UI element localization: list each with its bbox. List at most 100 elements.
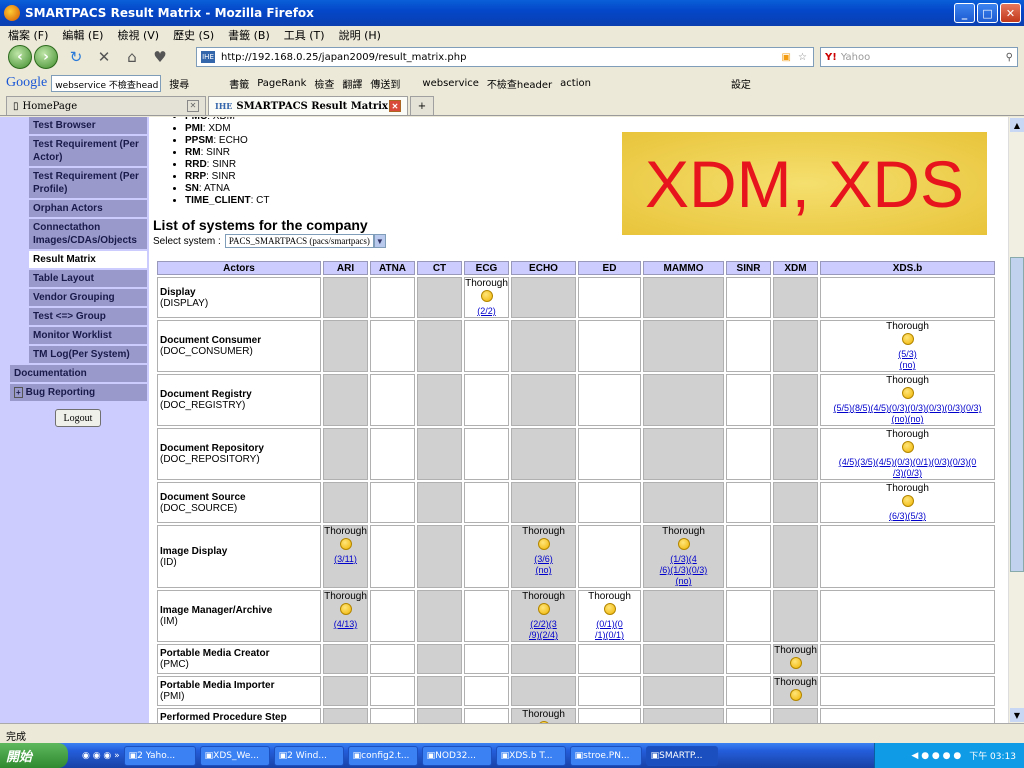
sidebar-item-documentation[interactable]: Documentation bbox=[10, 365, 147, 382]
minimize-button[interactable]: _ bbox=[954, 3, 975, 23]
new-tab-button[interactable]: + bbox=[410, 96, 434, 115]
stop-icon[interactable]: ✕ bbox=[94, 47, 114, 67]
result-link[interactable]: (no) bbox=[821, 360, 994, 371]
url-field[interactable]: IHE http://192.168.0.25/japan2009/result… bbox=[196, 47, 814, 67]
sidebar-item-test-requirement-profile[interactable]: Test Requirement (Per Profile) bbox=[29, 168, 147, 198]
scroll-thumb[interactable] bbox=[1010, 257, 1024, 572]
google-search-input[interactable]: webservice 不檢查head bbox=[51, 74, 162, 92]
result-cell bbox=[464, 482, 509, 523]
close-tab-icon[interactable]: ✕ bbox=[389, 100, 401, 112]
result-cell bbox=[726, 708, 771, 723]
sidebar-item-connectathon-images[interactable]: Connectathon Images/CDAs/Objects bbox=[29, 219, 147, 249]
result-link[interactable]: (2/2)(3 bbox=[512, 619, 575, 630]
tab-result-matrix[interactable]: IHE SMARTPACS Result Matrix ✕ bbox=[208, 96, 408, 115]
result-link[interactable]: /9)(2/4) bbox=[512, 630, 575, 641]
taskbar-item[interactable]: ▣ 2 Yaho... bbox=[123, 745, 196, 766]
chevron-down-icon[interactable]: ▼ bbox=[373, 234, 386, 248]
tray-icons[interactable]: ◀ ● ● ● ● bbox=[911, 751, 961, 761]
menu-bookmarks[interactable]: 書籤 (B) bbox=[228, 27, 270, 43]
app-icon: ▣ bbox=[650, 750, 660, 761]
table-row: Image Display (ID) Thorough (3/11) Thorough(… bbox=[157, 525, 995, 588]
result-cell: Thorough (5/3) (no) bbox=[820, 320, 995, 372]
menu-edit[interactable]: 編輯 (E) bbox=[62, 27, 103, 43]
result-link[interactable]: (5/3) bbox=[821, 349, 994, 360]
sidebar-item-result-matrix[interactable]: Result Matrix bbox=[29, 251, 147, 268]
result-link[interactable]: (4/13) bbox=[324, 619, 367, 630]
result-link[interactable]: (4/5)(3/5)(4/5)(0/3)(0/1)(0/3)(0/3)(0 bbox=[821, 457, 994, 468]
actor-code: (DOC_SOURCE) bbox=[160, 502, 238, 514]
home-icon[interactable]: ⌂ bbox=[122, 47, 142, 67]
bookmark-star-icon[interactable]: ♥ bbox=[150, 47, 170, 67]
sidebar-item-table-layout[interactable]: Table Layout bbox=[29, 270, 147, 287]
forward-button[interactable]: › bbox=[34, 45, 58, 69]
taskbar-item[interactable]: ▣ XDS_We... bbox=[199, 745, 270, 766]
sidebar-item-monitor-worklist[interactable]: Monitor Worklist bbox=[29, 327, 147, 344]
rss-icon[interactable]: ▣ bbox=[782, 52, 791, 63]
result-link[interactable]: (no)(no) bbox=[821, 414, 994, 425]
expand-icon[interactable]: + bbox=[14, 387, 23, 398]
taskbar-item[interactable]: ▣ NOD32... bbox=[421, 745, 492, 766]
sidebar-item-bug-reporting[interactable]: + Bug Reporting bbox=[10, 384, 147, 401]
back-button[interactable]: ‹ bbox=[8, 45, 32, 69]
tab-homepage[interactable]: ▯ HomePage ✕ bbox=[6, 96, 206, 115]
quicklaunch-icons[interactable]: ◉ ◉ ◉ » bbox=[82, 751, 120, 761]
result-link[interactable]: (6/3)(5/3) bbox=[821, 511, 994, 522]
status-dot-icon bbox=[537, 538, 550, 550]
close-button[interactable]: ✕ bbox=[1000, 3, 1021, 23]
result-link[interactable]: (3/11) bbox=[324, 554, 367, 565]
table-row: Portable Media Importer (PMI) Thorough bbox=[157, 676, 995, 706]
maximize-button[interactable]: □ bbox=[977, 3, 998, 23]
result-link[interactable]: (1/3)(4 bbox=[644, 554, 723, 565]
close-tab-icon[interactable]: ✕ bbox=[187, 100, 199, 112]
google-settings-button[interactable]: 設定 bbox=[731, 76, 751, 91]
result-link[interactable]: /3)(0/3) bbox=[821, 468, 994, 479]
vertical-scrollbar[interactable]: ▲ ▼ bbox=[1008, 117, 1024, 723]
taskbar-item[interactable]: ▣ XDS.b T... bbox=[495, 745, 566, 766]
search-icon[interactable]: ⚲ bbox=[1006, 52, 1013, 63]
result-link[interactable]: (0/1)(0 bbox=[579, 619, 640, 630]
taskbar-item[interactable]: ▣ 2 Wind... bbox=[273, 745, 344, 766]
search-field[interactable]: Y! Yahoo ⚲ bbox=[820, 47, 1018, 67]
result-link[interactable]: /6)(1/3)(0/3) bbox=[644, 565, 723, 576]
result-link[interactable]: /1)(0/1) bbox=[579, 630, 640, 641]
sidebar-item-orphan-actors[interactable]: Orphan Actors bbox=[29, 200, 147, 217]
webservice-button[interactable]: webservice bbox=[422, 78, 479, 89]
sidebar-item-test-group[interactable]: Test <=> Group bbox=[29, 308, 147, 325]
column-header: ECG bbox=[464, 261, 509, 275]
result-cell: Thorough (1/3)(4/6)(1/3)(0/3) (no) bbox=[643, 525, 724, 588]
window-title: SMARTPACS Result Matrix - Mozilla Firefo… bbox=[25, 6, 314, 20]
sidebar-item-vendor-grouping[interactable]: Vendor Grouping bbox=[29, 289, 147, 306]
google-search-button[interactable]: 搜尋 bbox=[169, 76, 189, 91]
menu-tools[interactable]: 工具 (T) bbox=[284, 27, 325, 43]
google-translate-button[interactable]: 翻譯 bbox=[342, 76, 362, 91]
reload-icon[interactable]: ↻ bbox=[66, 47, 86, 67]
logout-button[interactable]: Logout bbox=[55, 409, 101, 427]
result-cell bbox=[820, 525, 995, 588]
google-check-button[interactable]: 檢查 bbox=[314, 76, 334, 91]
google-pagerank[interactable]: PageRank bbox=[257, 78, 306, 89]
result-link[interactable]: (5/5)(8/5)(4/5)(0/3)(0/3)(0/3)(0/3)(0/3) bbox=[821, 403, 994, 414]
google-bookmarks-button[interactable]: 書籤 bbox=[229, 76, 249, 91]
sidebar-item-test-requirement-actor[interactable]: Test Requirement (Per Actor) bbox=[29, 136, 147, 166]
menu-file[interactable]: 檔案 (F) bbox=[8, 27, 48, 43]
sidebar-item-tm-log[interactable]: TM Log(Per System) bbox=[29, 346, 147, 363]
taskbar-item[interactable]: ▣ SMARTP... bbox=[645, 745, 718, 766]
action-button[interactable]: action bbox=[560, 78, 591, 89]
scroll-down-icon[interactable]: ▼ bbox=[1010, 708, 1024, 722]
sidebar-item-test-browser[interactable]: Test Browser bbox=[29, 117, 147, 134]
taskbar-item[interactable]: ▣ stroe.PN... bbox=[569, 745, 642, 766]
result-link[interactable]: (no) bbox=[644, 576, 723, 587]
no-header-check-button[interactable]: 不檢查header bbox=[487, 76, 552, 91]
star-icon[interactable]: ☆ bbox=[798, 52, 807, 63]
menu-history[interactable]: 歷史 (S) bbox=[173, 27, 214, 43]
start-button[interactable]: 開始 bbox=[0, 743, 68, 768]
system-select[interactable]: PACS_SMARTPACS (pacs/smartpacs) bbox=[224, 234, 374, 248]
taskbar-item[interactable]: ▣ config2.t... bbox=[347, 745, 418, 766]
scroll-up-icon[interactable]: ▲ bbox=[1010, 118, 1024, 132]
google-sendto-button[interactable]: 傳送到 bbox=[370, 76, 400, 91]
menu-help[interactable]: 說明 (H) bbox=[339, 27, 381, 43]
result-link[interactable]: (3/6) bbox=[512, 554, 575, 565]
menu-view[interactable]: 檢視 (V) bbox=[117, 27, 159, 43]
result-link[interactable]: (2/2) bbox=[465, 306, 508, 317]
result-link[interactable]: (no) bbox=[512, 565, 575, 576]
